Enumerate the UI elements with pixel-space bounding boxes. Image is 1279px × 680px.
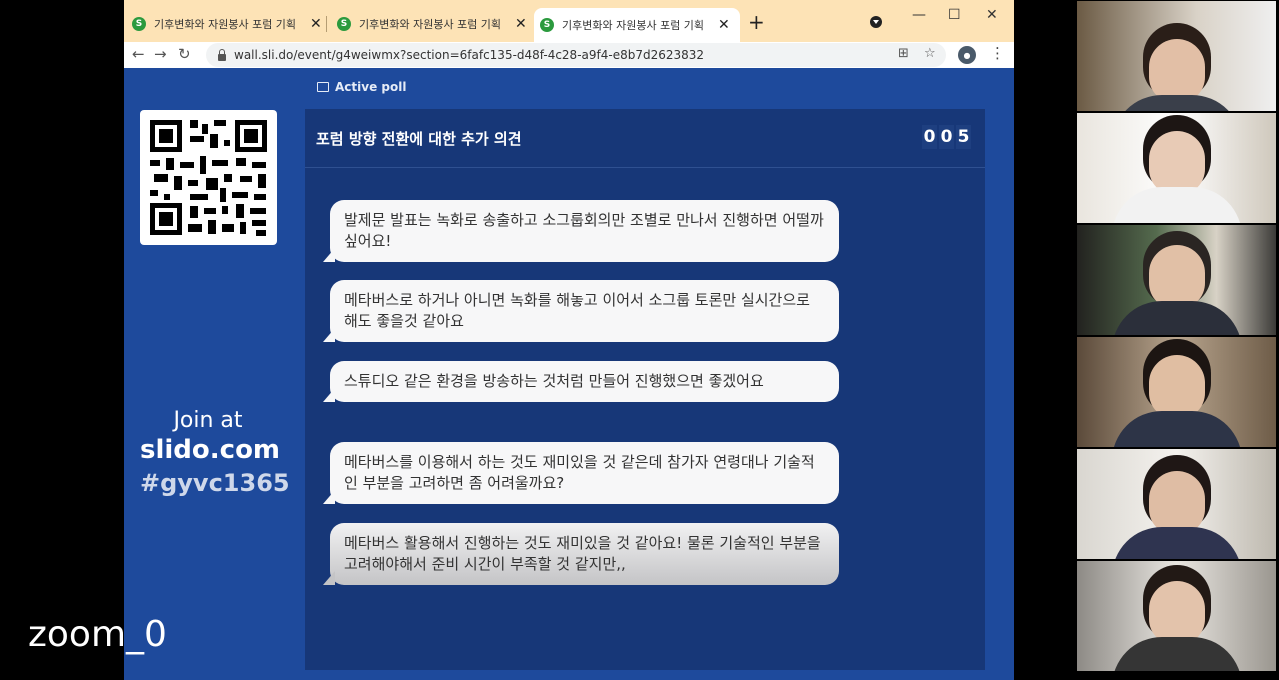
response-bubble: 메타버스를 이용해서 하는 것도 재미있을 것 같은데 참가자 연령대나 기술적… xyxy=(323,442,839,504)
participant-video-tile[interactable] xyxy=(1077,337,1276,447)
participant-video-tile[interactable] xyxy=(1077,561,1276,671)
active-poll-text: Active poll xyxy=(335,80,407,94)
close-window-icon[interactable]: ✕ xyxy=(986,7,998,23)
shared-screen: S 기후변화와 자원봉사 포럼 기획 ✕ S 기후변화와 자원봉사 포럼 기획 … xyxy=(124,0,1014,680)
tab-title: 기후변화와 자원봉사 포럼 기획 xyxy=(562,19,705,32)
participant-video-tile[interactable] xyxy=(1077,225,1276,335)
qr-code-icon xyxy=(140,110,277,245)
forward-arrow-icon[interactable]: → xyxy=(154,45,167,63)
profile-avatar-icon[interactable]: ● xyxy=(958,46,976,64)
browser-tab-bar: S 기후변화와 자원봉사 포럼 기획 ✕ S 기후변화와 자원봉사 포럼 기획 … xyxy=(124,0,1014,42)
translate-icon[interactable]: ⊞ xyxy=(898,46,909,61)
close-tab-icon[interactable]: ✕ xyxy=(718,17,730,33)
response-bubble: 스튜디오 같은 환경을 방송하는 것처럼 만들어 진행했으면 좋겠어요 xyxy=(323,361,839,402)
join-info: Join at slido.com #gyvc1365 xyxy=(140,408,290,497)
participant-video-tile[interactable] xyxy=(1077,1,1276,111)
slido-favicon-icon: S xyxy=(337,17,351,31)
zoom-watermark: zoom_0 xyxy=(28,614,167,655)
tab-title: 기후변화와 자원봉사 포럼 기획 xyxy=(154,18,297,31)
slido-favicon-icon: S xyxy=(132,17,146,31)
join-site: slido.com xyxy=(140,435,281,465)
qr-code-graphic xyxy=(150,120,267,236)
maximize-icon[interactable]: ☐ xyxy=(948,7,961,23)
participant-figure xyxy=(1111,581,1242,671)
participant-figure xyxy=(1111,39,1242,111)
browser-menu-icon[interactable]: ⋮ xyxy=(990,44,1005,62)
tab-title: 기후변화와 자원봉사 포럼 기획 xyxy=(359,18,502,31)
minimize-icon[interactable]: — xyxy=(912,7,926,23)
counter-digit: 0 xyxy=(939,125,954,149)
active-poll-label: Active poll xyxy=(317,80,406,94)
response-bubble: 발제문 발표는 녹화로 송출하고 소그룹회의만 조별로 만나서 진행하면 어떨까… xyxy=(323,200,839,262)
participant-video-tile[interactable] xyxy=(1077,449,1276,559)
response-counter: 0 0 5 xyxy=(922,125,971,149)
close-tab-icon[interactable]: ✕ xyxy=(515,16,527,32)
bookmark-star-icon[interactable]: ☆ xyxy=(924,46,936,61)
address-bar[interactable]: wall.sli.do/event/g4weiwmx?section=6fafc… xyxy=(206,43,946,67)
poll-results-panel: 포럼 방향 전환에 대한 추가 의견 0 0 5 발제문 발표는 녹화로 송출하… xyxy=(305,109,985,670)
participant-figure xyxy=(1111,355,1242,447)
join-at-label: Join at xyxy=(173,408,243,433)
browser-tab-1[interactable]: S 기후변화와 자원봉사 포럼 기획 ✕ xyxy=(126,10,322,38)
event-code: #gyvc1365 xyxy=(140,469,290,497)
lock-icon xyxy=(218,48,226,61)
counter-digit: 0 xyxy=(922,125,937,149)
tab-search-icon[interactable] xyxy=(870,16,882,28)
browser-toolbar: ← → ↻ wall.sli.do/event/g4weiwmx?section… xyxy=(124,42,1014,68)
response-bubble: 메타버스로 하거나 아니면 녹화를 해놓고 이어서 소그룹 토론만 실시간으로 … xyxy=(323,280,839,342)
poll-question-title: 포럼 방향 전환에 대한 추가 의견 xyxy=(316,129,522,148)
slido-favicon-icon: S xyxy=(540,18,554,32)
browser-tab-3-active[interactable]: S 기후변화와 자원봉사 포럼 기획 ✕ xyxy=(534,8,740,42)
poll-header: 포럼 방향 전환에 대한 추가 의견 0 0 5 xyxy=(305,109,985,168)
poll-icon xyxy=(317,82,329,92)
url-text: wall.sli.do/event/g4weiwmx?section=6fafc… xyxy=(234,48,705,62)
participant-figure xyxy=(1111,245,1242,335)
participant-figure xyxy=(1111,131,1242,223)
browser-tab-2[interactable]: S 기후변화와 자원봉사 포럼 기획 ✕ xyxy=(331,10,527,38)
tab-divider xyxy=(326,16,327,32)
response-bubble: 메타버스 활용해서 진행하는 것도 재미있을 것 같아요! 물론 기술적인 부분… xyxy=(323,523,839,585)
reload-icon[interactable]: ↻ xyxy=(178,45,191,63)
counter-digit: 5 xyxy=(956,125,971,149)
close-tab-icon[interactable]: ✕ xyxy=(310,16,322,32)
back-arrow-icon[interactable]: ← xyxy=(132,45,145,63)
new-tab-button[interactable]: + xyxy=(748,10,765,34)
participant-figure xyxy=(1111,471,1242,559)
participant-video-tile[interactable] xyxy=(1077,113,1276,223)
